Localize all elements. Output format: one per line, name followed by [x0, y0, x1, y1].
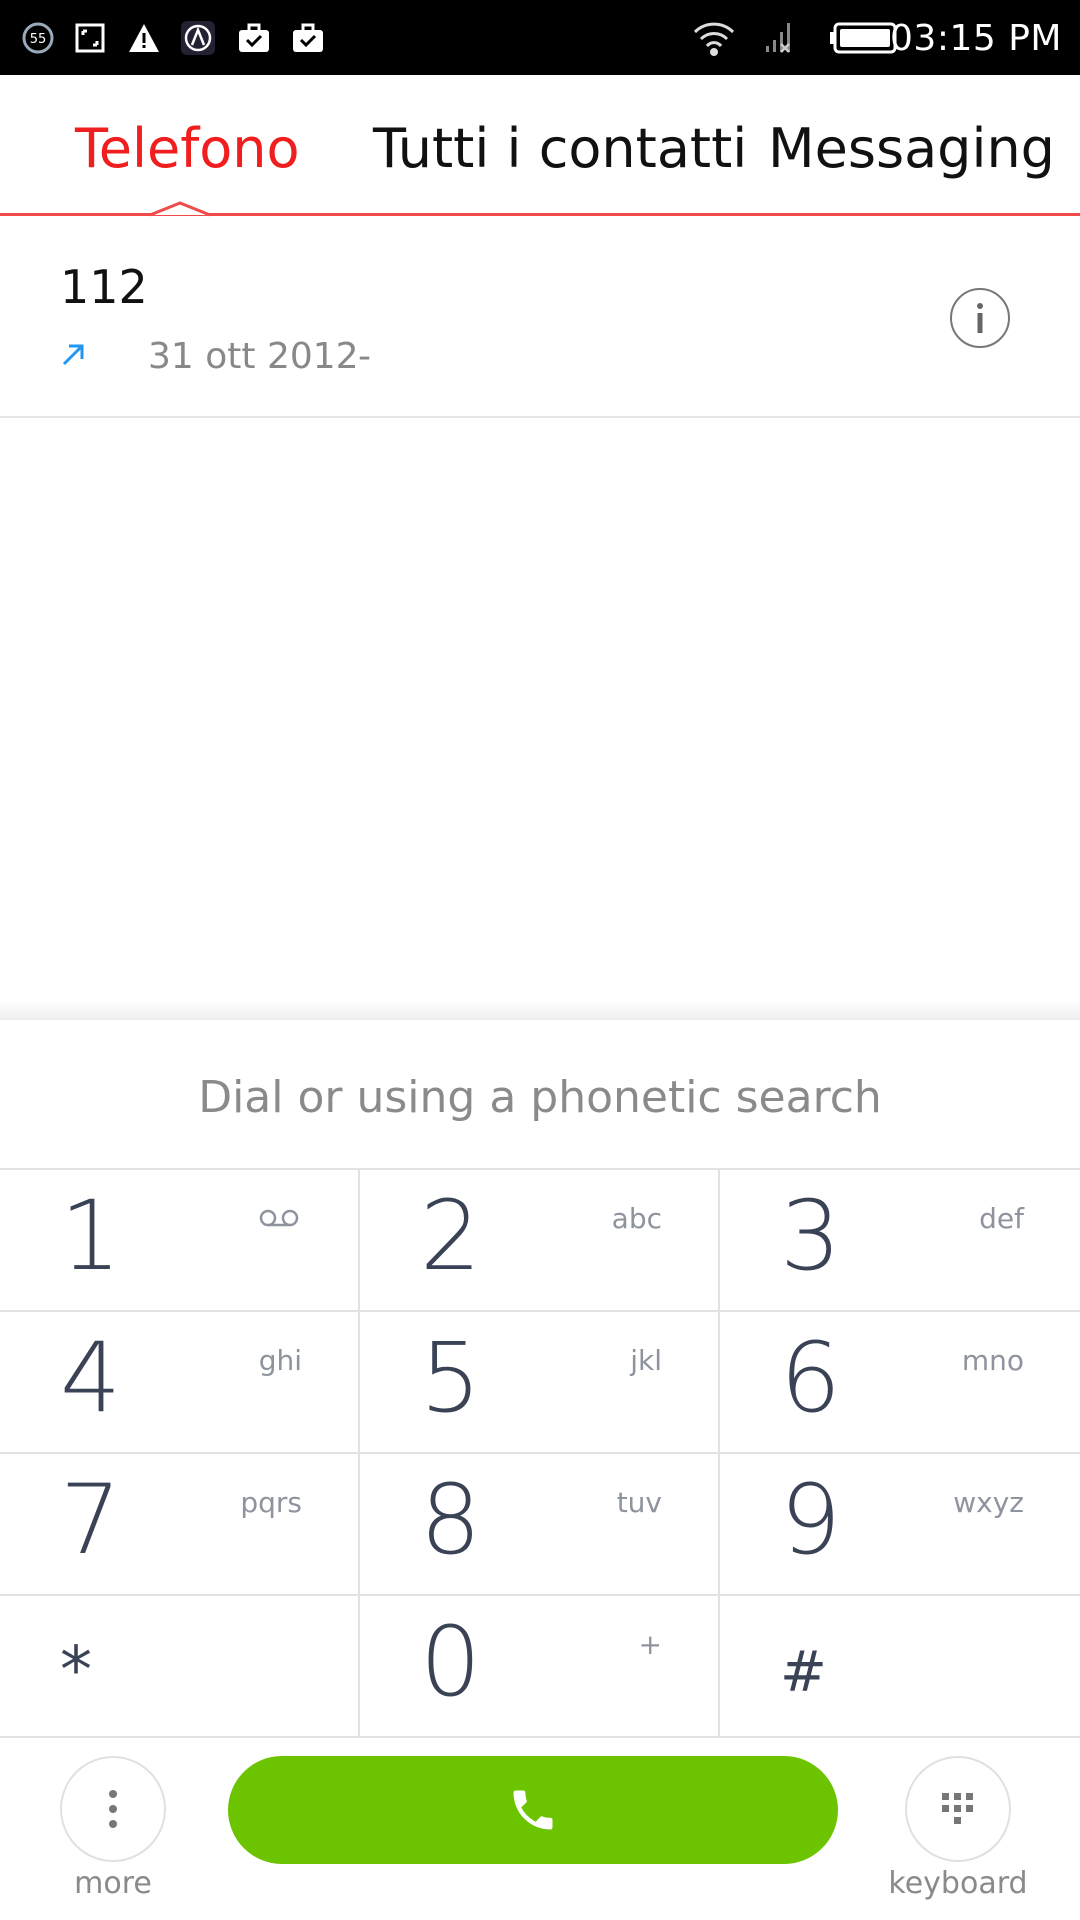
key-digit: 8 [420, 1464, 482, 1576]
notification-count-icon: 55 [18, 18, 58, 58]
signal-no-service-icon [758, 18, 798, 58]
key-digit: 7 [60, 1464, 122, 1576]
key-letters: + [638, 1628, 662, 1661]
key-digit: # [780, 1640, 827, 1705]
key-digit: 2 [420, 1180, 482, 1292]
key-letters: wxyz [953, 1486, 1024, 1519]
more-vertical-icon [109, 1790, 117, 1828]
key-digit: 1 [60, 1180, 122, 1292]
call-log-entry[interactable]: 112 31 ott 2012 - [0, 220, 1080, 418]
dial-search-input[interactable]: Dial or using a phonetic search [0, 1020, 1080, 1170]
call-duration: - [358, 336, 371, 377]
briefcase-check-icon-2 [288, 18, 328, 58]
key-6[interactable]: 6 mno [720, 1312, 1080, 1454]
key-star[interactable]: * [0, 1596, 360, 1738]
key-digit: 3 [780, 1180, 842, 1292]
keyboard-button[interactable] [905, 1756, 1011, 1862]
key-9[interactable]: 9 wxyz [720, 1454, 1080, 1596]
dialer-bottom-bar: more keyboard [0, 1740, 1080, 1920]
key-letters: jkl [630, 1344, 662, 1377]
status-bar: 55 03:15 PM [0, 0, 1080, 75]
key-1[interactable]: 1 [0, 1170, 360, 1312]
keyboard-label: keyboard [888, 1866, 1028, 1901]
call-date: 31 ott 2012 [148, 336, 359, 377]
screenshot-icon [72, 18, 108, 58]
call-button[interactable] [228, 1756, 838, 1864]
key-2[interactable]: 2 abc [360, 1170, 720, 1312]
voicemail-icon [259, 1209, 299, 1227]
more-label: more [74, 1866, 152, 1901]
tab-telefono[interactable]: Telefono [75, 117, 300, 180]
key-letters: pqrs [240, 1486, 302, 1519]
key-digit: 9 [780, 1464, 842, 1576]
info-icon[interactable] [950, 288, 1010, 348]
key-4[interactable]: 4 ghi [0, 1312, 360, 1454]
key-8[interactable]: 8 tuv [360, 1454, 720, 1596]
warning-icon [124, 18, 164, 58]
key-letters: abc [611, 1202, 662, 1235]
key-digit: 0 [420, 1606, 482, 1718]
key-digit: 6 [780, 1322, 842, 1434]
wifi-icon [690, 18, 738, 58]
phone-icon [513, 1790, 553, 1830]
key-hash[interactable]: # [720, 1596, 1080, 1738]
call-number: 112 [60, 260, 148, 314]
svg-text:55: 55 [30, 32, 47, 47]
app-notification-icon [178, 18, 218, 58]
tab-tutti-i-contatti[interactable]: Tutti i contatti [373, 117, 747, 180]
key-letters: def [979, 1202, 1024, 1235]
dialer-shadow [0, 1000, 1080, 1020]
dialpad-icon [942, 1793, 973, 1824]
briefcase-check-icon [234, 18, 274, 58]
key-0[interactable]: 0 + [360, 1596, 720, 1738]
active-tab-notch [150, 201, 210, 217]
tab-messaging[interactable]: Messaging [768, 117, 1055, 180]
key-digit: 4 [60, 1322, 122, 1434]
key-digit: * [60, 1634, 92, 1708]
key-3[interactable]: 3 def [720, 1170, 1080, 1312]
clock-time: 03:15 PM [890, 18, 1062, 59]
tab-bar: Telefono Tutti i contatti Messaging [0, 75, 1080, 220]
key-5[interactable]: 5 jkl [360, 1312, 720, 1454]
more-button[interactable] [60, 1756, 166, 1862]
dial-keypad: 1 2 abc 3 def 4 ghi 5 jkl 6 mno 7 pqrs 8… [0, 1170, 1080, 1740]
key-7[interactable]: 7 pqrs [0, 1454, 360, 1596]
key-letters: tuv [616, 1486, 662, 1519]
key-letters: ghi [258, 1344, 302, 1377]
dial-placeholder: Dial or using a phonetic search [198, 1072, 882, 1123]
outgoing-call-arrow-icon [62, 344, 84, 366]
key-letters: mno [961, 1344, 1024, 1377]
key-digit: 5 [420, 1322, 482, 1434]
